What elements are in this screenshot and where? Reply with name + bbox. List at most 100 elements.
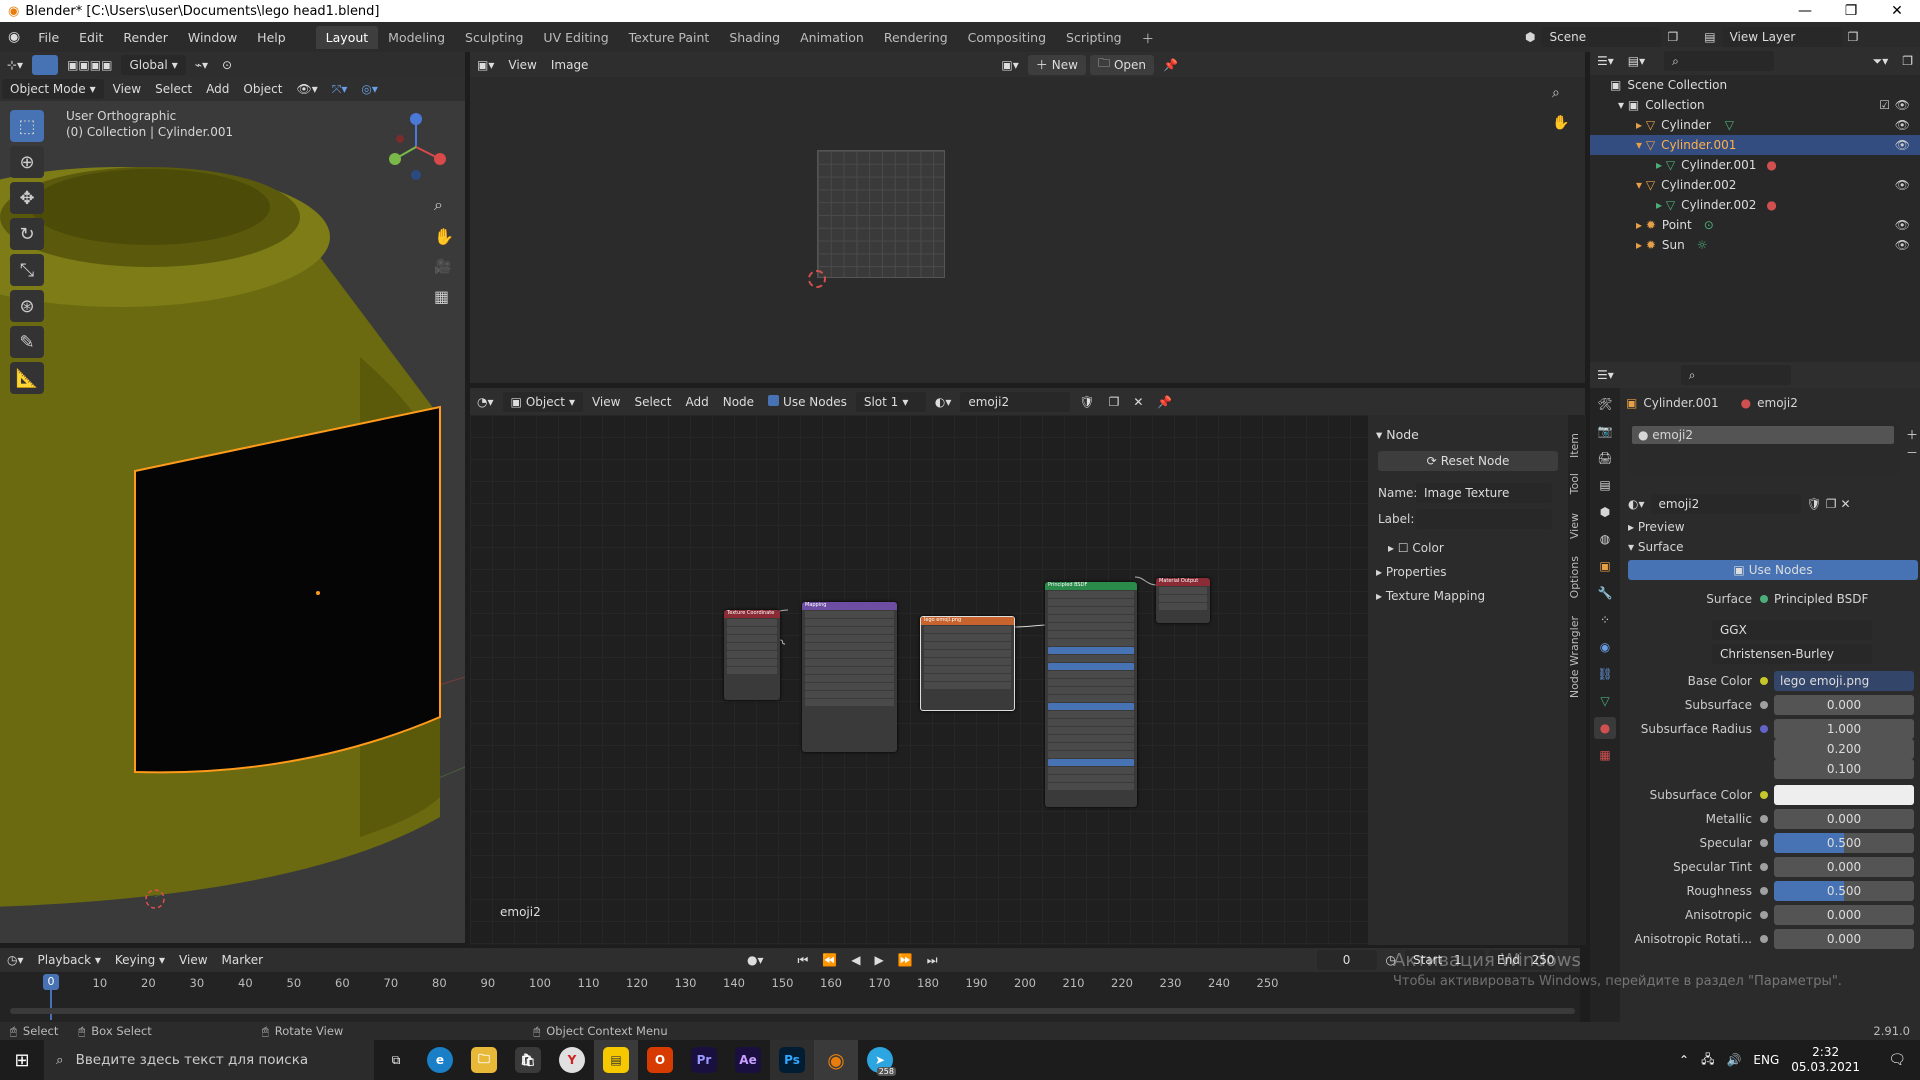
remove-slot-icon[interactable]: － — [1906, 444, 1918, 461]
next-key-icon[interactable]: ⏩ — [891, 953, 920, 967]
node-material-output[interactable]: Material Output — [1156, 578, 1210, 623]
sticky-notes-icon[interactable]: ▤ — [594, 1040, 638, 1080]
shader-type-dropdown[interactable]: ▣ Object ▾ — [502, 391, 583, 412]
tray-chevron-icon[interactable]: ⌃ — [1679, 1053, 1689, 1067]
tool-tab-icon[interactable]: 🛠 — [1594, 393, 1616, 415]
material-slot-item[interactable]: ● emoji2 — [1632, 426, 1894, 444]
metallic-field[interactable]: 0.000 — [1774, 809, 1914, 829]
subsurface-field[interactable]: 0.000 — [1774, 695, 1914, 715]
tab-layout[interactable]: Layout — [315, 25, 379, 49]
tab-compositing[interactable]: Compositing — [958, 26, 1056, 49]
navigation-gizmo[interactable] — [380, 107, 450, 187]
viewlayer-icon[interactable]: ▤ — [1704, 30, 1715, 44]
node-menu-select[interactable]: Select — [627, 395, 678, 409]
texture-mapping-subpanel[interactable]: ▸ Texture Mapping — [1376, 589, 1485, 603]
image-editor-type-icon[interactable]: ▣▾ — [470, 58, 501, 72]
vp-menu-add[interactable]: Add — [199, 82, 236, 96]
tab-rendering[interactable]: Rendering — [874, 26, 958, 49]
outliner-item[interactable]: ▸ ✹ Point ⊙ 👁 — [1590, 215, 1920, 235]
move-tool-icon[interactable]: ✥ — [10, 182, 44, 214]
new-collection-icon[interactable]: ❐ — [1895, 54, 1920, 68]
outliner-search[interactable]: ⌕ — [1664, 51, 1775, 71]
outliner-item[interactable]: ▸ ▽ Cylinder.002 ● — [1590, 195, 1920, 215]
outliner-item[interactable]: ▸ ▽ Cylinder.001 ● — [1590, 155, 1920, 175]
image-editor-area[interactable]: ⌕ ✋ — [470, 77, 1585, 383]
data-tab-icon[interactable]: ▽ — [1594, 690, 1616, 712]
blender-taskbar-icon[interactable]: ◉ — [814, 1040, 858, 1080]
rotate-tool-icon[interactable]: ↻ — [10, 218, 44, 250]
clock[interactable]: 2:32 05.03.2021 — [1791, 1045, 1860, 1075]
outliner-item-selected[interactable]: ▾ ▽ Cylinder.001 👁 — [1590, 135, 1920, 155]
specular-tint-field[interactable]: 0.000 — [1774, 857, 1914, 877]
vp-menu-select[interactable]: Select — [148, 82, 199, 96]
node-principled-bsdf[interactable]: Principled BSDF — [1045, 582, 1137, 807]
cursor-tool-icon[interactable]: ⊕ — [10, 146, 44, 178]
anisotropic-rotation-field[interactable]: 0.000 — [1774, 929, 1914, 949]
select-mode-icon[interactable] — [32, 54, 59, 75]
node-editor-type-icon[interactable]: ◔▾ — [470, 395, 501, 409]
node-pin-icon[interactable]: 📌 — [1150, 395, 1179, 409]
img-menu-view[interactable]: View — [501, 58, 543, 72]
blender-menu-icon[interactable]: ◉ — [0, 29, 28, 45]
play-icon[interactable]: ▶ — [868, 953, 891, 967]
tab-sculpting[interactable]: Sculpting — [455, 26, 533, 49]
maximize-button[interactable]: ❐ — [1828, 0, 1874, 22]
outliner-item[interactable]: ▸ ✹ Sun ☼ 👁 — [1590, 235, 1920, 255]
node-menu-node[interactable]: Node — [716, 395, 761, 409]
subsurface-radius-x[interactable]: 1.000 — [1774, 719, 1914, 739]
play-reverse-icon[interactable]: ◀ — [844, 953, 867, 967]
editor-type-icon[interactable]: ⊹▾ — [0, 58, 30, 72]
color-subpanel[interactable]: ▸ ☐ Color — [1388, 541, 1444, 555]
task-view-icon[interactable]: ⧉ — [374, 1040, 418, 1080]
proportional-icon[interactable]: ⊙ — [215, 58, 239, 72]
windows-start-icon[interactable]: ⊞ — [0, 1040, 44, 1080]
scene-field[interactable]: Scene — [1541, 27, 1662, 47]
duplicate-material-icon[interactable]: ❐ — [1102, 395, 1127, 409]
scene-tab-icon[interactable]: ⬢ — [1594, 501, 1616, 523]
object-tab-icon[interactable]: ▣ — [1594, 555, 1616, 577]
material-datablock-field[interactable]: emoji2 — [1650, 494, 1801, 514]
tab-modeling[interactable]: Modeling — [378, 26, 455, 49]
outliner-item[interactable]: ▸ ▽ Cylinder ▽ 👁 — [1590, 115, 1920, 135]
minimize-button[interactable]: — — [1782, 0, 1828, 22]
props-duplicate-icon[interactable]: ❐ — [1826, 497, 1837, 511]
slot-dropdown[interactable]: Slot 1 ▾ — [855, 391, 926, 412]
timeline[interactable]: 0 10 20 30 40 50 60 70 80 90 100 110 120 130 140 150 160… — [0, 972, 1580, 1022]
current-frame-field[interactable]: 0 — [1316, 950, 1377, 970]
distribution-dropdown[interactable]: GGX — [1712, 620, 1872, 640]
photoshop-icon[interactable]: Ps — [770, 1040, 814, 1080]
grid-view-icon[interactable]: ▦ — [434, 287, 449, 306]
notifications-icon[interactable]: 🗨 — [1888, 1052, 1906, 1068]
explorer-icon[interactable]: 🗀 — [462, 1040, 506, 1080]
properties-subpanel[interactable]: ▸ Properties — [1376, 565, 1447, 579]
view-layer-field[interactable]: View Layer — [1721, 27, 1842, 47]
props-unlink-icon[interactable]: ✕ — [1841, 497, 1851, 511]
image-pan-icon[interactable]: ✋ — [1552, 115, 1569, 131]
properties-search[interactable]: ⌕ — [1680, 365, 1791, 385]
tab-shading[interactable]: Shading — [719, 26, 790, 49]
playhead[interactable]: 0 — [43, 974, 59, 990]
premiere-icon[interactable]: Pr — [682, 1040, 726, 1080]
surface-shader-field[interactable]: Principled BSDF — [1774, 592, 1868, 606]
menu-help[interactable]: Help — [247, 30, 296, 45]
add-workspace-icon[interactable]: ＋ — [1132, 24, 1165, 51]
node-label-field[interactable] — [1416, 509, 1552, 529]
menu-file[interactable]: File — [28, 30, 69, 45]
outliner-type-icon[interactable]: ☰▾ — [1590, 54, 1621, 68]
record-icon[interactable]: ●▾ — [740, 953, 771, 967]
outliner-scene-collection[interactable]: ▣ Scene Collection — [1590, 75, 1920, 95]
tab-texture-paint[interactable]: Texture Paint — [619, 26, 720, 49]
material-browse-icon[interactable]: ◐▾ — [928, 395, 959, 409]
properties-type-icon[interactable]: ☰▾ — [1590, 368, 1621, 382]
node-menu-add[interactable]: Add — [678, 395, 715, 409]
preview-panel[interactable]: ▸ Preview — [1628, 520, 1685, 534]
texture-tab-icon[interactable]: ▦ — [1594, 744, 1616, 766]
anisotropic-field[interactable]: 0.000 — [1774, 905, 1914, 925]
scale-tool-icon[interactable]: ⤡ — [10, 254, 44, 286]
tab-node-wrangler[interactable]: Node Wrangler — [1568, 610, 1581, 704]
node-mapping[interactable]: Mapping — [802, 602, 897, 752]
reset-node-button[interactable]: ⟳ Reset Node — [1378, 451, 1558, 471]
select-tool-icon[interactable]: ⬚ — [10, 110, 44, 142]
tab-options[interactable]: Options — [1568, 550, 1581, 604]
telegram-icon[interactable]: ➤ 258 — [858, 1040, 902, 1080]
